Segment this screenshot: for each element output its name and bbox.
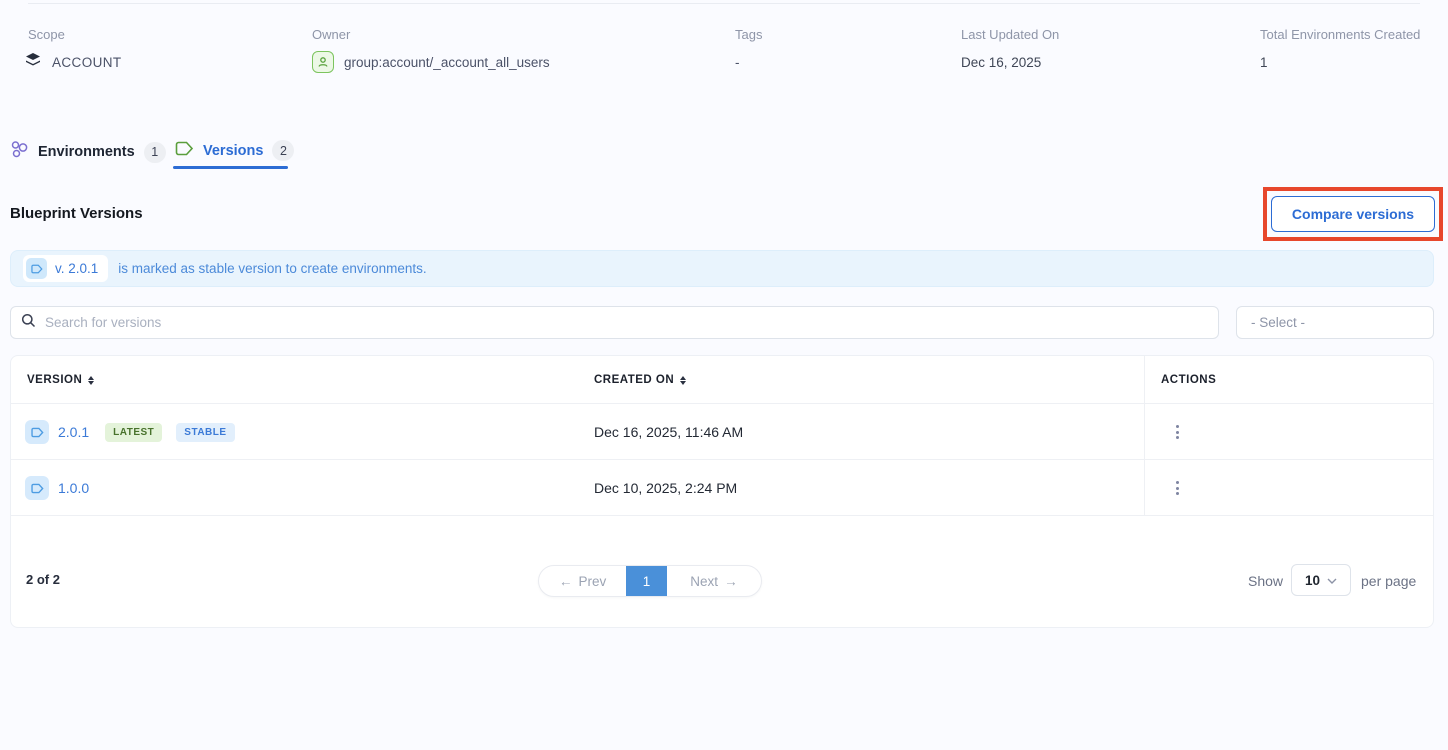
filter-select[interactable]: - Select - (1236, 306, 1434, 339)
column-header-created-on-label: CREATED ON (594, 374, 674, 386)
total-environments-value: 1 (1260, 50, 1268, 74)
stable-badge: STABLE (176, 423, 234, 442)
stable-version-chip[interactable]: v. 2.0.1 (23, 255, 108, 282)
stable-version-message: is marked as stable version to create en… (118, 261, 426, 276)
owner-label: Owner (312, 27, 350, 42)
arrow-right-icon: → (724, 574, 738, 589)
arrow-left-icon: ← (559, 574, 573, 589)
filter-select-placeholder: - Select - (1251, 315, 1305, 330)
column-header-actions: ACTIONS (1161, 356, 1216, 404)
owner-value-text: group:account/_account_all_users (344, 55, 550, 70)
version-link[interactable]: 1.0.0 (58, 480, 89, 496)
tab-versions[interactable]: Versions 2 (175, 140, 294, 161)
tags-value: - (735, 50, 740, 74)
page-size-value: 10 (1305, 573, 1320, 588)
tag-icon (25, 476, 49, 500)
next-page-button[interactable]: Next → (667, 566, 761, 596)
compare-versions-button[interactable]: Compare versions (1271, 196, 1435, 232)
sort-icon[interactable] (680, 376, 686, 385)
version-link[interactable]: 2.0.1 (58, 424, 89, 440)
tags-value-text: - (735, 55, 740, 70)
version-cell: 1.0.0 (25, 460, 89, 516)
tab-environments[interactable]: Environments 1 (10, 140, 166, 164)
table-row: 2.0.1 LATEST STABLE Dec 16, 2025, 11:46 … (11, 404, 1433, 460)
cluster-icon (10, 140, 29, 164)
column-header-version[interactable]: VERSION (27, 356, 94, 404)
next-label: Next (690, 574, 718, 589)
actions-cell (1165, 404, 1189, 460)
table-row: 1.0.0 Dec 10, 2025, 2:24 PM (11, 460, 1433, 516)
tab-environments-label: Environments (38, 144, 135, 160)
created-on-value: Dec 10, 2025, 2:24 PM (594, 480, 737, 496)
kebab-menu-icon[interactable] (1165, 476, 1189, 500)
total-environments-value-text: 1 (1260, 55, 1268, 70)
prev-label: Prev (578, 574, 606, 589)
sort-icon[interactable] (88, 376, 94, 385)
stable-version-number: v. 2.0.1 (55, 261, 98, 276)
actions-cell (1165, 460, 1189, 516)
scope-label: Scope (28, 27, 65, 42)
versions-table-card: VERSION CREATED ON ACTIONS 2.0.1 LATEST … (10, 355, 1434, 628)
created-on-cell: Dec 10, 2025, 2:24 PM (594, 460, 737, 516)
active-tab-underline (173, 166, 288, 169)
column-header-version-label: VERSION (27, 374, 82, 386)
latest-badge: LATEST (105, 423, 162, 442)
layers-icon (24, 51, 42, 74)
user-badge-icon (312, 51, 334, 73)
per-page-label: per page (1361, 573, 1416, 589)
total-environments-label: Total Environments Created (1260, 27, 1420, 42)
table-header-row: VERSION CREATED ON ACTIONS (11, 356, 1433, 404)
stable-version-banner: v. 2.0.1 is marked as stable version to … (10, 250, 1434, 287)
tab-versions-label: Versions (203, 143, 263, 159)
chevron-down-icon (1327, 571, 1337, 589)
pagination-control: ← Prev 1 Next → (538, 565, 762, 597)
search-icon (21, 313, 36, 333)
search-input[interactable] (45, 315, 1208, 330)
annotation-highlight-box: Compare versions (1263, 187, 1443, 241)
pagination-summary: 2 of 2 (26, 572, 60, 587)
tags-label: Tags (735, 27, 762, 42)
scope-value: ACCOUNT (24, 50, 122, 74)
page-title: Blueprint Versions (10, 205, 143, 222)
tab-environments-count: 1 (144, 142, 166, 163)
prev-page-button[interactable]: ← Prev (539, 566, 626, 596)
current-page-button[interactable]: 1 (626, 566, 667, 596)
tab-versions-count: 2 (272, 140, 294, 161)
last-updated-value-text: Dec 16, 2025 (961, 55, 1041, 70)
last-updated-value: Dec 16, 2025 (961, 50, 1041, 74)
tag-icon (175, 141, 194, 161)
show-label: Show (1248, 573, 1283, 589)
top-divider (28, 3, 1420, 4)
last-updated-label: Last Updated On (961, 27, 1059, 42)
created-on-cell: Dec 16, 2025, 11:46 AM (594, 404, 743, 460)
page-size-select[interactable]: 10 (1291, 564, 1351, 596)
owner-value: group:account/_account_all_users (312, 50, 550, 74)
search-versions-box (10, 306, 1219, 339)
kebab-menu-icon[interactable] (1165, 420, 1189, 444)
version-cell: 2.0.1 LATEST STABLE (25, 404, 235, 460)
tag-icon (25, 420, 49, 444)
column-header-actions-label: ACTIONS (1161, 374, 1216, 386)
created-on-value: Dec 16, 2025, 11:46 AM (594, 424, 743, 440)
column-header-created-on[interactable]: CREATED ON (594, 356, 686, 404)
scope-value-text: ACCOUNT (52, 55, 122, 70)
tag-icon (26, 258, 47, 279)
